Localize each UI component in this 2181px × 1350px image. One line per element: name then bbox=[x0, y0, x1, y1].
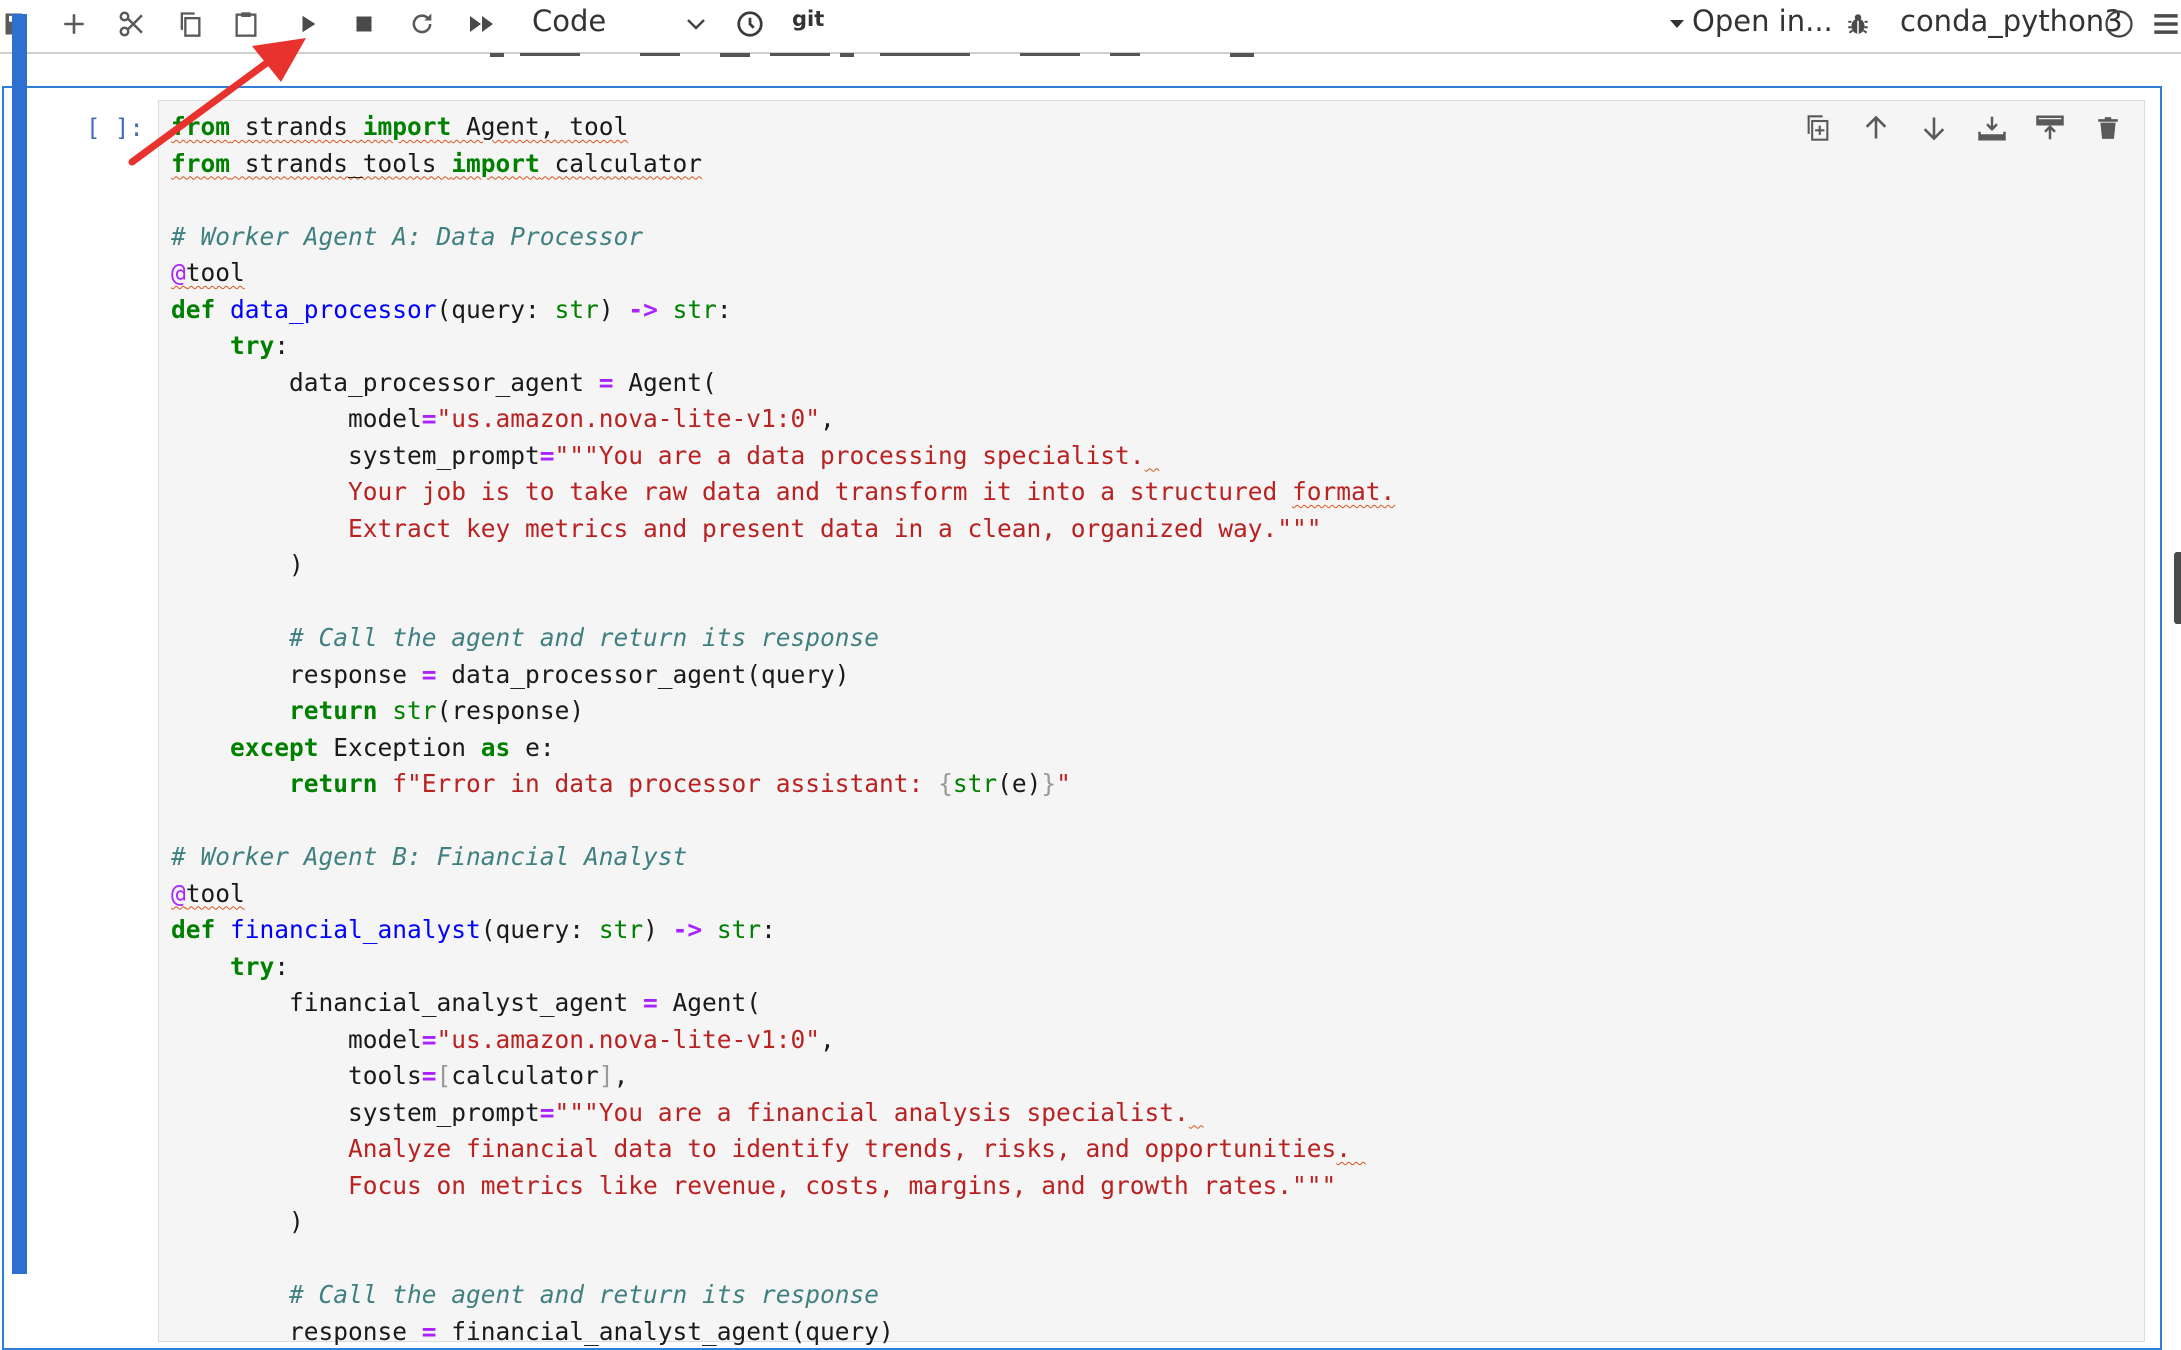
cell-collapser[interactable] bbox=[12, 14, 27, 1274]
cell-type-label: Code bbox=[532, 4, 607, 38]
notebook-toolbar: Code git Open in... conda_python3 bbox=[0, 0, 2181, 54]
kernel-name[interactable]: conda_python3 bbox=[1900, 4, 2123, 38]
duplicate-icon[interactable] bbox=[1800, 108, 1836, 148]
history-icon[interactable] bbox=[732, 6, 768, 42]
cut-icon[interactable] bbox=[114, 6, 150, 42]
caret-down-icon bbox=[1670, 20, 1684, 28]
add-icon[interactable] bbox=[56, 6, 92, 42]
delete-icon[interactable] bbox=[2090, 108, 2126, 148]
cell-prompt: [ ]: bbox=[86, 114, 144, 142]
run-all-icon[interactable] bbox=[462, 6, 502, 42]
copy-icon[interactable] bbox=[172, 6, 208, 42]
insert-above-icon[interactable] bbox=[2032, 108, 2068, 148]
move-up-icon[interactable] bbox=[1858, 108, 1894, 148]
insert-below-icon[interactable] bbox=[1974, 108, 2010, 148]
stop-icon[interactable] bbox=[346, 6, 382, 42]
scrollbar-thumb[interactable] bbox=[2174, 552, 2181, 624]
cell-type-dropdown[interactable]: Code bbox=[532, 4, 712, 44]
move-down-icon[interactable] bbox=[1916, 108, 1952, 148]
git-button[interactable]: git bbox=[792, 7, 824, 31]
paste-icon[interactable] bbox=[228, 6, 264, 42]
chevron-down-icon bbox=[687, 19, 705, 30]
run-icon[interactable] bbox=[290, 6, 326, 42]
code-text: from strands import Agent, tool from str… bbox=[171, 112, 1396, 1346]
debug-icon[interactable] bbox=[1842, 6, 1874, 42]
menu-icon[interactable] bbox=[2150, 6, 2181, 42]
kernel-status-icon bbox=[2102, 6, 2136, 42]
open-in-button[interactable]: Open in... bbox=[1692, 4, 1833, 38]
previous-output-remnant bbox=[0, 53, 2181, 83]
restart-icon[interactable] bbox=[404, 6, 440, 42]
